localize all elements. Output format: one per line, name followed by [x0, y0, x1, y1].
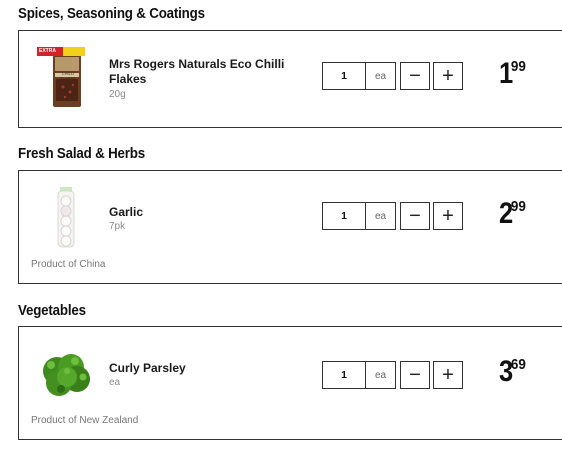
decrease-quantity-button[interactable]: −	[400, 62, 430, 90]
unit-label: ea	[366, 202, 396, 230]
product-name[interactable]: Mrs Rogers Naturals Eco Chilli Flakes	[109, 57, 294, 87]
section-title-fresh-salad: Fresh Salad & Herbs	[18, 146, 145, 162]
product-name[interactable]: Garlic	[109, 205, 294, 220]
unit-label: ea	[366, 361, 396, 389]
quantity-input[interactable]: 1	[322, 361, 366, 389]
unit-label: ea	[366, 62, 396, 90]
price-cents: 99	[510, 198, 526, 215]
decrease-quantity-button[interactable]: −	[400, 361, 430, 389]
decrease-quantity-button[interactable]: −	[400, 202, 430, 230]
price: 299	[499, 197, 526, 231]
price-cents: 69	[510, 356, 526, 373]
product-card-curly-parsley: Curly Parsley ea Product of New Zealand …	[18, 326, 562, 440]
product-size: ea	[109, 377, 121, 388]
section-title-spices: Spices, Seasoning & Coatings	[18, 6, 205, 22]
quantity-input[interactable]: 1	[322, 62, 366, 90]
quantity-input[interactable]: 1	[322, 202, 366, 230]
country-of-origin: Product of China	[31, 259, 106, 270]
product-image-curly-parsley[interactable]	[37, 349, 95, 401]
product-size: 7pk	[109, 221, 126, 232]
product-name[interactable]: Curly Parsley	[109, 361, 294, 376]
product-card-chilli-flakes: EXTRA CHILLI FLAKES Mrs Rogers Naturals …	[18, 30, 562, 128]
pack-label: CHILLI FLAKES	[60, 71, 76, 81]
section-title-vegetables: Vegetables	[18, 303, 86, 319]
product-card-garlic: Garlic 7pk Product of China 1 ea − + 299	[18, 170, 562, 284]
price: 369	[499, 355, 526, 389]
product-image-garlic[interactable]	[41, 187, 91, 251]
price: 199	[499, 57, 526, 91]
extra-badge: EXTRA	[39, 48, 56, 54]
increase-quantity-button[interactable]: +	[433, 361, 463, 389]
country-of-origin: Product of New Zealand	[31, 415, 139, 426]
price-cents: 99	[510, 58, 526, 75]
increase-quantity-button[interactable]: +	[433, 62, 463, 90]
product-size: 20g	[109, 89, 126, 100]
increase-quantity-button[interactable]: +	[433, 202, 463, 230]
